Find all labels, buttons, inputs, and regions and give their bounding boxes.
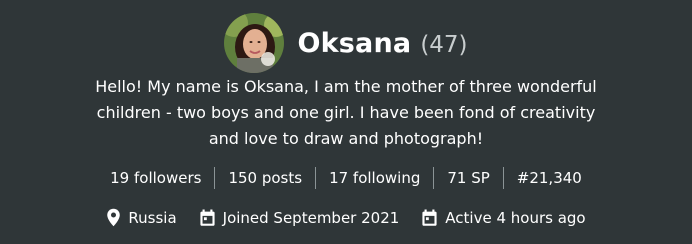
rank-number: #21,340 xyxy=(502,167,595,189)
following-link[interactable]: 17 following xyxy=(315,167,433,189)
active-text: Active 4 hours ago xyxy=(445,208,586,227)
joined-item: Joined September 2021 xyxy=(199,208,400,227)
avatar[interactable] xyxy=(224,13,285,73)
followers-link[interactable]: 19 followers xyxy=(97,167,214,189)
joined-text: Joined September 2021 xyxy=(222,208,400,227)
profile-about: Hello! My name is Oksana, I am the mothe… xyxy=(95,77,597,148)
calendar-icon xyxy=(422,209,437,226)
avatar-image xyxy=(224,13,285,73)
calendar-icon xyxy=(200,209,215,226)
name-wrap: Oksana (47) xyxy=(297,28,467,59)
profile-stats: 19 followers 150 posts 17 following 71 S… xyxy=(0,167,692,189)
reputation-score: (47) xyxy=(420,31,468,58)
steem-power: 71 SP xyxy=(433,167,502,189)
profile-name[interactable]: Oksana xyxy=(297,28,411,59)
active-item: Active 4 hours ago xyxy=(421,208,586,227)
posts-count: 150 posts xyxy=(214,167,315,189)
location-pin-icon xyxy=(107,208,121,227)
location-text: Russia xyxy=(128,208,177,227)
profile-meta: Russia Joined September 2021 Active 4 ho… xyxy=(0,208,692,227)
location-item: Russia xyxy=(106,208,177,227)
profile-header: Oksana (47) xyxy=(0,13,692,73)
